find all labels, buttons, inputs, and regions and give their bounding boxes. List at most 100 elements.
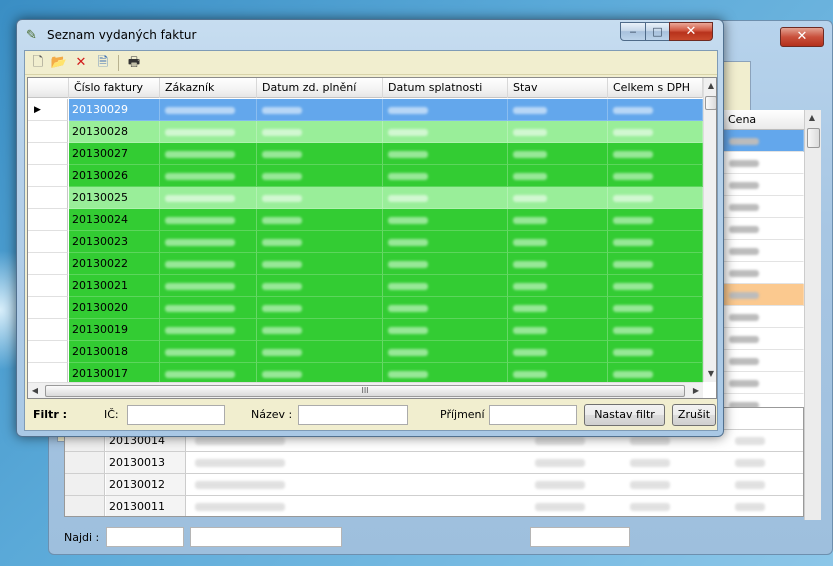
row-selector[interactable]	[28, 231, 68, 253]
blurred-cell[interactable]	[383, 297, 508, 319]
blurred-cell[interactable]	[508, 143, 608, 165]
invoice-number-cell[interactable]: 20130012	[106, 474, 186, 495]
blurred-cell[interactable]	[160, 319, 257, 341]
blurred-cell[interactable]	[608, 275, 703, 297]
apply-filter-button[interactable]: Nastav filtr	[584, 404, 665, 426]
invoice-number-cell[interactable]: 20130020	[69, 297, 160, 319]
blurred-cell[interactable]	[608, 165, 703, 187]
cancel-filter-button[interactable]: Zrušit	[672, 404, 716, 426]
open-folder-icon[interactable]: 📂	[49, 53, 69, 73]
blurred-cell[interactable]	[383, 165, 508, 187]
price-cell[interactable]	[723, 394, 804, 408]
table-row[interactable]: 20130025	[28, 187, 703, 209]
preview-icon[interactable]: 🗎	[93, 53, 113, 73]
blurred-cell[interactable]	[508, 253, 608, 275]
row-selector[interactable]	[28, 341, 68, 363]
table-row[interactable]: 20130022	[28, 253, 703, 275]
row-selector[interactable]	[65, 496, 105, 516]
price-cell[interactable]	[723, 328, 804, 350]
blurred-cell[interactable]	[257, 209, 383, 231]
scroll-up-arrow-icon[interactable]: ▲	[805, 110, 819, 126]
row-selector[interactable]	[28, 209, 68, 231]
blurred-cell[interactable]	[160, 231, 257, 253]
table-row[interactable]: 20130013	[65, 452, 803, 474]
blurred-cell[interactable]	[383, 275, 508, 297]
minimize-button[interactable]: ‒	[620, 22, 646, 41]
invoice-number-cell[interactable]: 20130028	[69, 121, 160, 143]
invoice-grid[interactable]: Číslo faktury Zákazník Datum zd. plnění Dat…	[27, 77, 717, 399]
column-header[interactable]: Celkem s DPH	[608, 78, 703, 98]
price-cell[interactable]	[723, 306, 804, 328]
column-header[interactable]: Číslo faktury	[69, 78, 160, 98]
close-button[interactable]: ✕	[669, 22, 713, 41]
find-field-1[interactable]	[106, 527, 184, 547]
table-row[interactable]: ▶ 20130029	[28, 99, 703, 121]
blurred-cell[interactable]	[508, 231, 608, 253]
delete-icon[interactable]: ✕	[71, 53, 91, 73]
invoice-number-cell[interactable]: 20130026	[69, 165, 160, 187]
blurred-cell[interactable]	[257, 187, 383, 209]
price-cell[interactable]	[723, 262, 804, 284]
title-bar[interactable]: ✎ Seznam vydaných faktur ‒ □ ✕	[17, 20, 723, 50]
blurred-cell[interactable]	[257, 275, 383, 297]
blurred-cell[interactable]	[383, 253, 508, 275]
scroll-down-arrow-icon[interactable]: ▼	[704, 366, 716, 382]
price-cell[interactable]	[723, 218, 804, 240]
blurred-cell[interactable]	[608, 99, 703, 121]
invoice-number-cell[interactable]: 20130019	[69, 319, 160, 341]
table-row[interactable]: 20130011	[65, 496, 803, 516]
blurred-cell[interactable]	[383, 231, 508, 253]
row-selector[interactable]	[28, 297, 68, 319]
invoice-number-cell[interactable]: 20130022	[69, 253, 160, 275]
blurred-cell[interactable]	[508, 319, 608, 341]
print-icon[interactable]: 🖶	[124, 53, 144, 73]
table-row[interactable]: 20130026	[28, 165, 703, 187]
invoice-number-cell[interactable]: 20130025	[69, 187, 160, 209]
column-header[interactable]: Stav	[508, 78, 608, 98]
horizontal-scrollbar[interactable]: ◀ III ▶	[28, 382, 703, 398]
blurred-cell[interactable]	[160, 275, 257, 297]
new-icon[interactable]: 🗋	[28, 53, 48, 73]
blurred-cell[interactable]	[160, 341, 257, 363]
blurred-cell[interactable]	[383, 209, 508, 231]
row-selector[interactable]	[65, 474, 105, 495]
price-cell[interactable]	[723, 130, 804, 152]
blurred-cell[interactable]	[160, 121, 257, 143]
ic-input[interactable]	[127, 405, 225, 425]
row-selector[interactable]	[28, 275, 68, 297]
background-vertical-scrollbar[interactable]: ▲	[804, 110, 821, 520]
price-cell[interactable]	[723, 240, 804, 262]
surname-input[interactable]	[489, 405, 577, 425]
blurred-cell[interactable]	[508, 297, 608, 319]
blurred-cell[interactable]	[608, 231, 703, 253]
blurred-cell[interactable]	[383, 187, 508, 209]
blurred-cell[interactable]	[383, 99, 508, 121]
table-row[interactable]: 20130028	[28, 121, 703, 143]
row-selector[interactable]	[28, 121, 68, 143]
column-header[interactable]: Zákazník	[160, 78, 257, 98]
price-cell[interactable]	[723, 196, 804, 218]
invoice-number-cell[interactable]: 20130027	[69, 143, 160, 165]
blurred-cell[interactable]	[608, 319, 703, 341]
price-cell[interactable]	[723, 174, 804, 196]
blurred-cell[interactable]	[257, 231, 383, 253]
blurred-cell[interactable]	[608, 121, 703, 143]
blurred-cell[interactable]	[383, 319, 508, 341]
blurred-cell[interactable]	[508, 165, 608, 187]
blurred-cell[interactable]	[508, 275, 608, 297]
blurred-cell[interactable]	[383, 143, 508, 165]
row-selector[interactable]	[28, 253, 68, 275]
row-selector[interactable]: ▶	[28, 99, 68, 121]
invoice-number-cell[interactable]: 20130013	[106, 452, 186, 473]
blurred-cell[interactable]	[257, 297, 383, 319]
invoice-number-cell[interactable]: 20130029	[69, 99, 160, 121]
table-row[interactable]: 20130021	[28, 275, 703, 297]
price-cell[interactable]	[723, 152, 804, 174]
table-row[interactable]: 20130020	[28, 297, 703, 319]
blurred-cell[interactable]	[608, 253, 703, 275]
blurred-cell[interactable]	[608, 297, 703, 319]
row-selector[interactable]	[28, 187, 68, 209]
price-cell[interactable]	[723, 350, 804, 372]
price-cell[interactable]	[723, 284, 804, 306]
blurred-cell[interactable]	[608, 143, 703, 165]
